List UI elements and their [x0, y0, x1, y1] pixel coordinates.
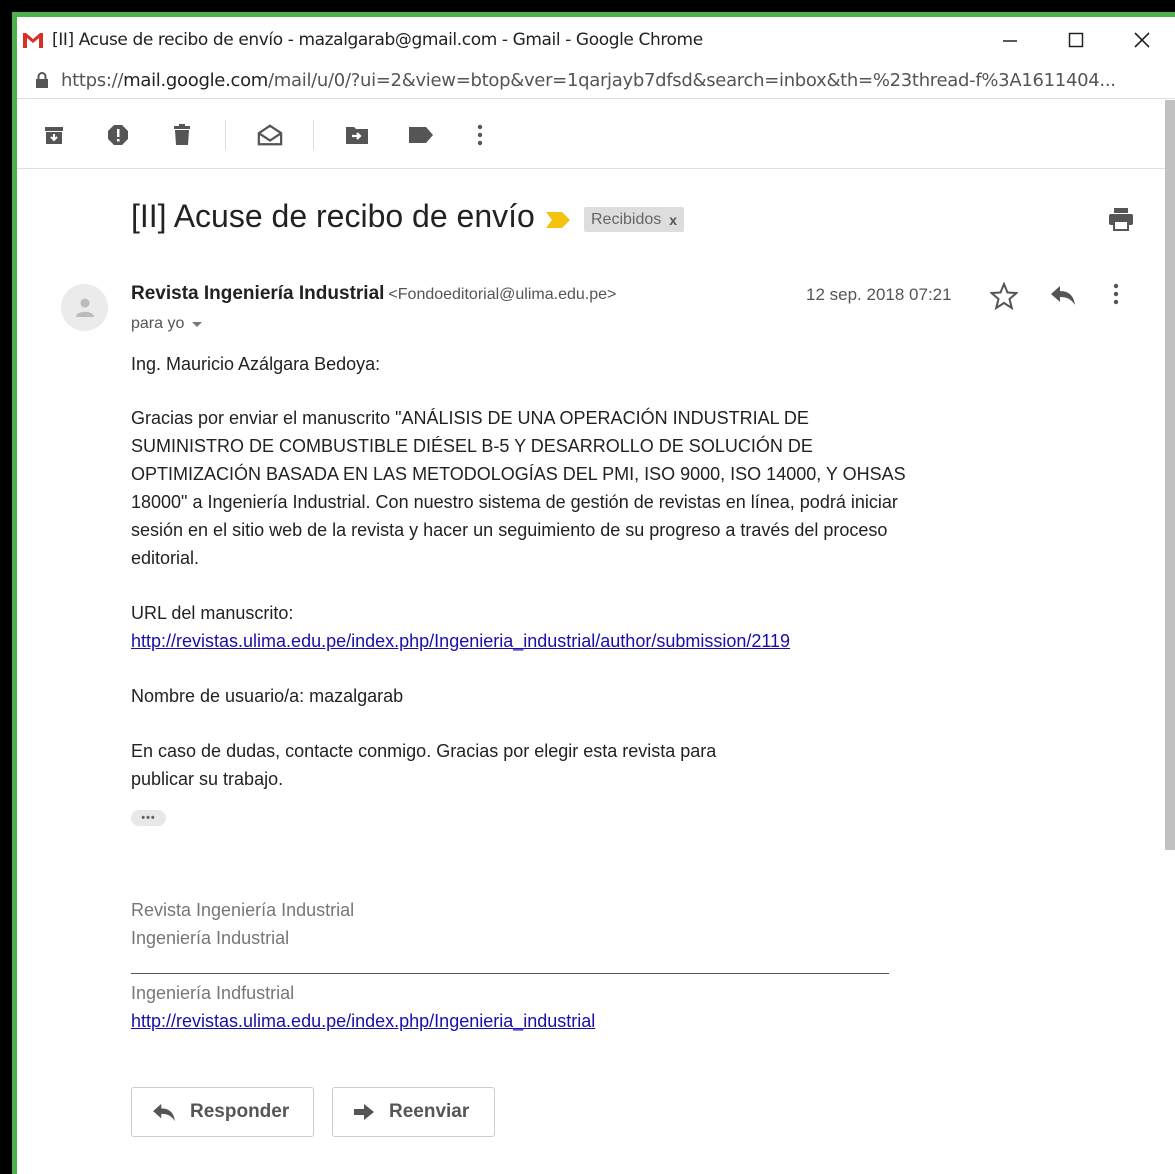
signature: Revista Ingeniería Industrial Ingeniería…	[131, 896, 354, 952]
sender-email: <Fondoeditorial@ulima.edu.pe>	[388, 286, 617, 303]
inbox-label-text: Recibidos	[591, 210, 662, 228]
footer: Ingeniería Indfustrial http://revistas.u…	[131, 979, 595, 1035]
delete-icon	[174, 124, 190, 145]
label-button[interactable]	[408, 122, 434, 148]
reply-icon[interactable]	[1050, 284, 1076, 306]
toolbar-divider	[225, 120, 226, 150]
lock-icon	[36, 72, 48, 88]
title-bar: [II] Acuse de recibo de envío - mazalgar…	[17, 17, 1175, 62]
recipient-line[interactable]: para yo	[131, 315, 203, 333]
screen-edge-left	[0, 0, 12, 1174]
maximize-icon	[1068, 32, 1084, 47]
footer-line: Ingeniería Indfustrial	[131, 983, 295, 1003]
move-to-icon	[346, 127, 368, 144]
email-date: 12 sep. 2018 07:21	[806, 285, 952, 304]
url-label: URL del manuscrito:	[131, 603, 294, 623]
username-line: Nombre de usuario/a: mazalgarab	[131, 686, 404, 706]
url-block: URL del manuscrito: http://revistas.ulim…	[131, 599, 911, 655]
more-actions-button[interactable]	[467, 122, 493, 148]
minimize-button[interactable]	[977, 17, 1043, 62]
browser-window: [II] Acuse de recibo de envío - mazalgar…	[0, 0, 1175, 1174]
sender-avatar	[61, 284, 108, 331]
chevron-down-icon[interactable]	[192, 321, 203, 327]
url-path: /mail/u/0/?ui=2&view=btop&ver=1qarjayb7d…	[268, 69, 1116, 91]
url-host: mail.google.com	[123, 69, 269, 91]
message-more-icon[interactable]	[1113, 282, 1119, 306]
forward-icon	[354, 1104, 374, 1120]
forward-button[interactable]: Reenviar	[332, 1087, 495, 1137]
remove-label-button[interactable]: x	[669, 212, 677, 228]
greeting: Ing. Mauricio Azálgara Bedoya:	[131, 354, 381, 374]
minimize-icon	[1003, 39, 1017, 42]
mark-unread-icon	[257, 124, 283, 146]
important-marker-icon[interactable]	[545, 211, 571, 229]
label-icon	[409, 127, 433, 143]
more-icon	[477, 124, 483, 146]
scrollbar-thumb[interactable]	[1165, 100, 1175, 850]
email-subject: [II] Acuse de recibo de envío	[131, 198, 535, 234]
star-icon[interactable]	[990, 282, 1018, 310]
print-icon[interactable]	[1108, 207, 1134, 231]
url-text[interactable]: https://mail.google.com/mail/u/0/?ui=2&v…	[61, 70, 1151, 91]
report-spam-button[interactable]	[105, 122, 131, 148]
closing-paragraph: En caso de dudas, contacte conmigo. Grac…	[131, 741, 717, 789]
url-scheme: https://	[61, 69, 124, 91]
address-bar[interactable]: https://mail.google.com/mail/u/0/?ui=2&v…	[17, 62, 1175, 99]
person-icon	[75, 298, 94, 317]
window-title: [II] Acuse de recibo de envío - mazalgar…	[52, 29, 703, 50]
close-icon	[1134, 31, 1150, 48]
archive-button[interactable]	[41, 122, 67, 148]
close-button[interactable]	[1109, 17, 1175, 62]
signature-line: Ingeniería Industrial	[131, 928, 290, 948]
inbox-label-chip[interactable]: Recibidos x	[584, 207, 685, 232]
manuscript-link[interactable]: http://revistas.ulima.edu.pe/index.php/I…	[131, 631, 790, 651]
reply-icon	[153, 1103, 175, 1122]
recipient-text: para yo	[131, 315, 185, 332]
archive-icon	[45, 127, 63, 144]
screen-edge-top	[0, 0, 1175, 12]
signature-divider	[131, 973, 889, 974]
journal-link[interactable]: http://revistas.ulima.edu.pe/index.php/I…	[131, 1011, 595, 1031]
delete-button[interactable]	[169, 122, 195, 148]
reply-button[interactable]: Responder	[131, 1087, 314, 1137]
mark-unread-button[interactable]	[257, 122, 283, 148]
gmail-logo-icon	[23, 32, 43, 48]
reply-button-label: Responder	[190, 1101, 290, 1122]
signature-line: Revista Ingeniería Industrial	[131, 900, 355, 920]
body-paragraph: Gracias por enviar el manuscrito "ANÁLIS…	[131, 408, 906, 568]
sender-name[interactable]: Revista Ingeniería Industrial	[131, 283, 384, 304]
message-toolbar	[17, 100, 1165, 169]
email-body: Ing. Mauricio Azálgara Bedoya: Gracias p…	[131, 350, 911, 820]
move-to-button[interactable]	[344, 122, 370, 148]
sender-line: Revista Ingeniería Industrial <Fondoedito…	[131, 283, 616, 305]
maximize-button[interactable]	[1043, 17, 1109, 62]
toolbar-divider	[313, 120, 314, 150]
window-controls	[977, 17, 1175, 62]
forward-button-label: Reenviar	[389, 1101, 470, 1122]
show-trimmed-content-button[interactable]: •••	[131, 810, 166, 826]
report-spam-icon	[108, 125, 128, 145]
